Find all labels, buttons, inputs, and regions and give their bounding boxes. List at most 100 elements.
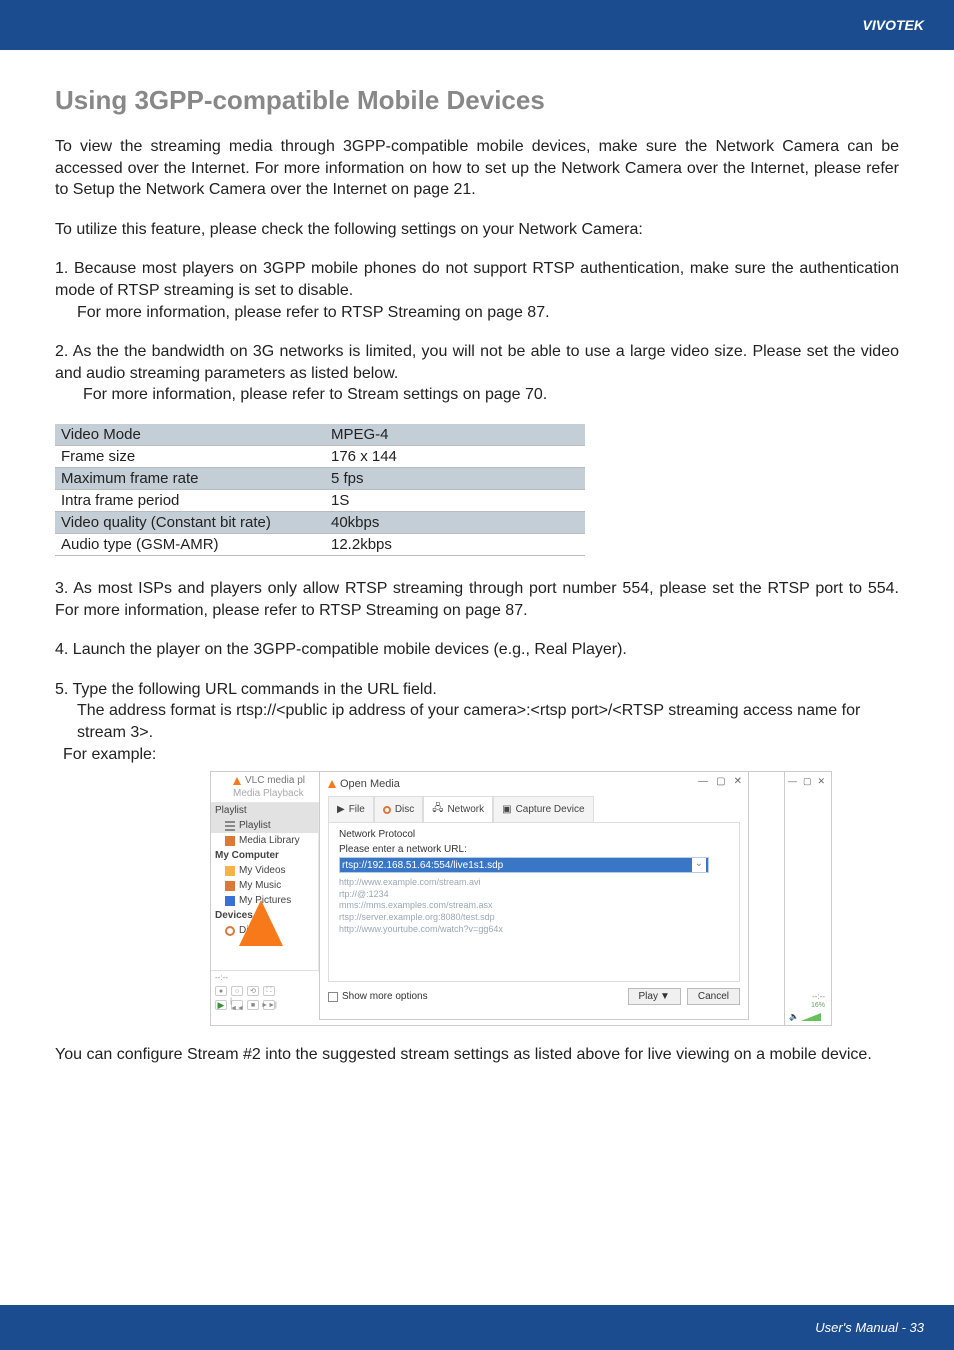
step-5-sub1: The address format is rtsp://<public ip … bbox=[55, 700, 899, 743]
checkbox-icon bbox=[328, 992, 338, 1002]
table-row: Intra frame period1S bbox=[55, 489, 585, 511]
open-media-body: Network Protocol Please enter a network … bbox=[328, 822, 740, 982]
loop-button[interactable]: ⟲ bbox=[247, 986, 259, 996]
show-more-checkbox[interactable]: Show more options bbox=[328, 991, 428, 1002]
settings-table: Video ModeMPEG-4 Frame size176 x 144 Max… bbox=[55, 424, 585, 556]
step-5: 5. Type the following URL commands in th… bbox=[55, 679, 899, 765]
table-row: Maximum frame rate5 fps bbox=[55, 467, 585, 489]
cell-key: Audio type (GSM-AMR) bbox=[55, 533, 325, 555]
prev-button[interactable]: |◄◄ bbox=[231, 1000, 243, 1010]
step-4: 4. Launch the player on the 3GPP-compati… bbox=[55, 639, 899, 661]
intro-paragraph-2: To utilize this feature, please check th… bbox=[55, 219, 899, 241]
step-1-main: 1. Because most players on 3GPP mobile p… bbox=[55, 258, 899, 301]
play-button[interactable]: Play▼ bbox=[628, 988, 681, 1005]
cancel-button[interactable]: Cancel bbox=[687, 988, 740, 1005]
cell-val: MPEG-4 bbox=[325, 424, 585, 446]
cell-key: Frame size bbox=[55, 445, 325, 467]
time-label: --:-- bbox=[215, 973, 315, 982]
disc-icon bbox=[225, 926, 235, 936]
play-label: Play bbox=[639, 991, 658, 1002]
network-protocol-header: Network Protocol bbox=[339, 829, 729, 840]
snapshot-button[interactable]: ○ bbox=[231, 986, 243, 996]
play-button[interactable]: ▶ bbox=[215, 1000, 227, 1010]
folder-icon bbox=[225, 866, 235, 876]
header-band: VIVOTEK bbox=[0, 0, 954, 50]
volume-triangle-icon bbox=[801, 1013, 821, 1021]
list-icon bbox=[225, 821, 235, 831]
step-1-sub: For more information, please refer to RT… bbox=[55, 302, 899, 324]
min-button[interactable]: — bbox=[698, 776, 708, 787]
table-row: Video ModeMPEG-4 bbox=[55, 424, 585, 446]
sidebar-item-label: My Videos bbox=[239, 865, 286, 876]
sidebar-header-playlist: Playlist bbox=[211, 803, 318, 818]
sidebar-item-library[interactable]: Media Library bbox=[211, 833, 318, 848]
max-button[interactable]: ▢ bbox=[716, 776, 725, 787]
volume-area[interactable]: 🔈 bbox=[789, 1012, 821, 1021]
open-media-dialog: Open Media — ▢ ✕ ▶File Disc 🖧Network ▣ Ca… bbox=[319, 772, 749, 1020]
tab-capture[interactable]: ▣ Capture Device bbox=[493, 796, 593, 822]
close-button[interactable]: ✕ bbox=[817, 776, 825, 787]
step-3: 3. As most ISPs and players only allow R… bbox=[55, 578, 899, 621]
brand-label: VIVOTEK bbox=[863, 17, 924, 33]
url-examples: http://www.example.com/stream.avi rtp://… bbox=[339, 877, 729, 935]
fullscreen-button[interactable]: ⛶ bbox=[263, 986, 275, 996]
stop-button[interactable]: ■ bbox=[247, 1000, 259, 1010]
vlc-big-cone-icon bbox=[239, 900, 283, 946]
max-button[interactable]: ▢ bbox=[803, 776, 812, 787]
cell-val: 5 fps bbox=[325, 467, 585, 489]
vlc-screenshot: VLC media pl Media Playback Playlist Pla… bbox=[210, 771, 832, 1026]
tab-network[interactable]: 🖧Network bbox=[423, 796, 493, 822]
open-media-tabs: ▶File Disc 🖧Network ▣ Capture Device bbox=[320, 792, 748, 822]
music-icon bbox=[225, 881, 235, 891]
close-button[interactable]: ✕ bbox=[734, 776, 742, 787]
capture-icon: ▣ bbox=[502, 804, 511, 815]
step-2: 2. As the the bandwidth on 3G networks i… bbox=[55, 341, 899, 406]
dialog-window-buttons: — ▢ ✕ bbox=[698, 776, 742, 787]
step-2-sub: For more information, please refer to St… bbox=[55, 384, 899, 406]
vlc-cone-icon bbox=[328, 780, 336, 788]
example-4: rtsp://server.example.org:8080/test.sdp bbox=[339, 912, 729, 924]
tab-label: Network bbox=[447, 804, 484, 815]
url-label: Please enter a network URL: bbox=[339, 844, 729, 855]
vlc-main-window: VLC media pl Media Playback Playlist Pla… bbox=[210, 771, 810, 1026]
next-button[interactable]: ►►| bbox=[263, 1000, 275, 1010]
table-row: Frame size176 x 144 bbox=[55, 445, 585, 467]
show-more-label: Show more options bbox=[342, 991, 428, 1002]
open-media-footer: Show more options Play▼ Cancel bbox=[328, 988, 740, 1005]
footer-band: User's Manual - 33 bbox=[0, 1305, 954, 1350]
tab-label: Capture Device bbox=[516, 804, 585, 815]
vlc-title-text: VLC media pl bbox=[245, 775, 305, 786]
content-area: Using 3GPP-compatible Mobile Devices To … bbox=[0, 50, 954, 1066]
vlc-sidebar: Playlist Playlist Media Library My Compu… bbox=[211, 802, 319, 972]
min-button[interactable]: — bbox=[788, 776, 797, 787]
sidebar-item-videos[interactable]: My Videos bbox=[211, 863, 318, 878]
footer-text: User's Manual - 33 bbox=[815, 1320, 924, 1335]
table-row: Audio type (GSM-AMR)12.2kbps bbox=[55, 533, 585, 555]
cell-val: 40kbps bbox=[325, 511, 585, 533]
open-media-title: Open Media bbox=[320, 772, 748, 792]
step-5-main: 5. Type the following URL commands in th… bbox=[55, 679, 899, 701]
tab-file[interactable]: ▶File bbox=[328, 796, 374, 822]
tab-disc[interactable]: Disc bbox=[374, 796, 423, 822]
cell-key: Video Mode bbox=[55, 424, 325, 446]
vlc-controls: --:-- ● ○ ⟲ ⛶ ▶ |◄◄ ■ ►►| bbox=[211, 970, 319, 1025]
sidebar-item-music[interactable]: My Music bbox=[211, 878, 318, 893]
example-3: mms://mms.examples.com/stream.asx bbox=[339, 900, 729, 912]
example-1: http://www.example.com/stream.avi bbox=[339, 877, 729, 889]
dropdown-icon[interactable]: ⌄ bbox=[692, 858, 706, 872]
table-row: Video quality (Constant bit rate)40kbps bbox=[55, 511, 585, 533]
vlc-right-edge: — ▢ ✕ --:-- 🔈 16% bbox=[784, 771, 832, 1026]
step-5-sub2: For example: bbox=[55, 744, 899, 766]
time-label-2: --:-- bbox=[812, 992, 825, 1001]
closing-paragraph: You can configure Stream #2 into the sug… bbox=[55, 1044, 899, 1066]
cell-val: 1S bbox=[325, 489, 585, 511]
chevron-down-icon: ▼ bbox=[660, 991, 670, 1002]
step-2-main: 2. As the the bandwidth on 3G networks i… bbox=[55, 341, 899, 384]
sidebar-item-label: My Music bbox=[239, 880, 281, 891]
sidebar-item-playlist[interactable]: Playlist bbox=[211, 818, 318, 833]
picture-icon bbox=[225, 896, 235, 906]
speaker-icon: 🔈 bbox=[789, 1012, 799, 1021]
record-button[interactable]: ● bbox=[215, 986, 227, 996]
url-input[interactable]: rtsp://192.168.51.64:554/live1s1.sdp ⌄ bbox=[339, 857, 709, 873]
cell-key: Maximum frame rate bbox=[55, 467, 325, 489]
